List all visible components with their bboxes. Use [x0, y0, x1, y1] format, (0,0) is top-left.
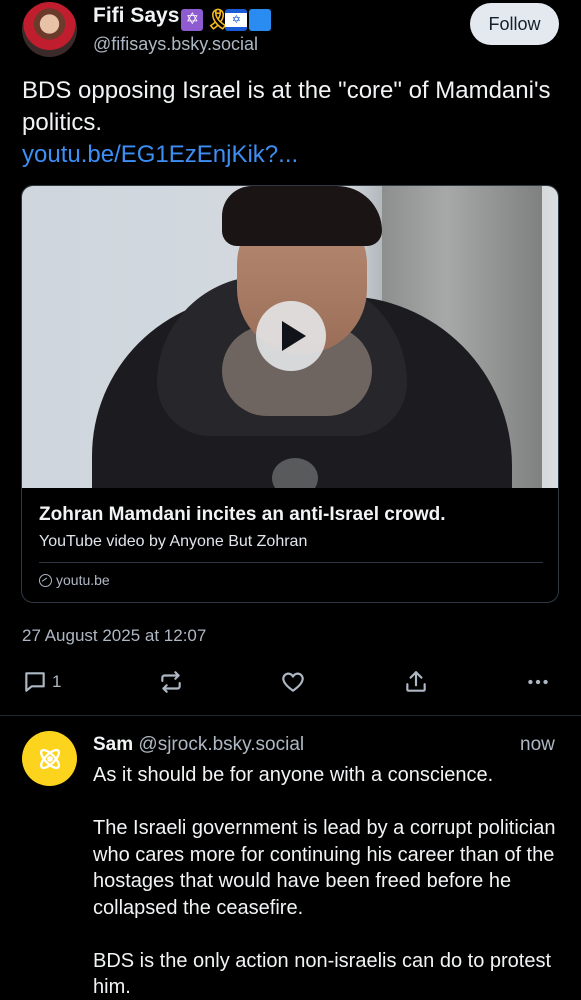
reply-button[interactable]: 1 — [22, 664, 61, 700]
heart-icon — [282, 672, 304, 692]
reply-icon — [25, 672, 45, 692]
reply-author-handle[interactable]: @sjrock.bsky.social — [138, 734, 304, 755]
post-timestamp: 27 August 2025 at 12:07 — [22, 626, 207, 645]
reply-paragraph: The Israeli government is lead by a corr… — [93, 817, 556, 919]
reply-author-avatar[interactable] — [22, 731, 77, 786]
post-actions: 1 — [0, 664, 581, 700]
video-thumbnail[interactable] — [22, 186, 558, 488]
play-icon[interactable] — [256, 301, 326, 371]
atom-icon — [39, 748, 60, 769]
embed-domain-text: youtu.be — [56, 572, 110, 588]
post-link[interactable]: youtu.be/EG1EzEnjKik?... — [22, 139, 298, 171]
author-emojis: ✡ 🎗 ✡ — [181, 9, 272, 31]
reply-text: As it should be for anyone with a consci… — [93, 762, 563, 1000]
embed-description: YouTube video by Anyone But Zohran — [39, 533, 308, 550]
reply-time: now — [520, 734, 555, 755]
more-icon — [528, 679, 548, 685]
embed-title: Zohran Mamdani incites an anti-Israel cr… — [39, 504, 446, 525]
share-button[interactable] — [403, 664, 429, 700]
more-options-button[interactable] — [525, 664, 551, 700]
globe-icon — [39, 573, 52, 587]
star-of-david-icon: ✡ — [181, 9, 204, 31]
author-avatar[interactable] — [22, 2, 77, 57]
like-button[interactable] — [280, 664, 306, 700]
reply-paragraph: As it should be for anyone with a consci… — [93, 764, 494, 786]
repost-button[interactable] — [158, 664, 184, 700]
post-text: BDS opposing Israel is at the "core" of … — [22, 77, 551, 136]
repost-icon — [161, 671, 181, 693]
reply-paragraph: BDS is the only action non-israelis can … — [93, 949, 552, 999]
reply-count: 1 — [52, 672, 62, 691]
yellow-ribbon-icon: 🎗 — [205, 9, 231, 31]
israel-flag-icon: ✡ — [225, 9, 248, 31]
reply-header: Sam @sjrock.bsky.social — [93, 734, 304, 756]
author-handle[interactable]: @fifisays.bsky.social — [93, 34, 258, 55]
author-name[interactable]: Fifi Says — [93, 4, 179, 27]
embed-divider — [39, 562, 543, 563]
thread-divider — [0, 715, 581, 716]
embed-domain: youtu.be — [39, 572, 110, 588]
reply-author-name[interactable]: Sam — [93, 734, 133, 755]
follow-button[interactable]: Follow — [470, 3, 559, 45]
link-embed-card[interactable]: Zohran Mamdani incites an anti-Israel cr… — [21, 185, 559, 603]
share-icon — [406, 671, 426, 692]
blue-square-icon — [249, 9, 272, 31]
author-name-row[interactable]: Fifi Says ✡ 🎗 ✡ — [93, 4, 272, 31]
